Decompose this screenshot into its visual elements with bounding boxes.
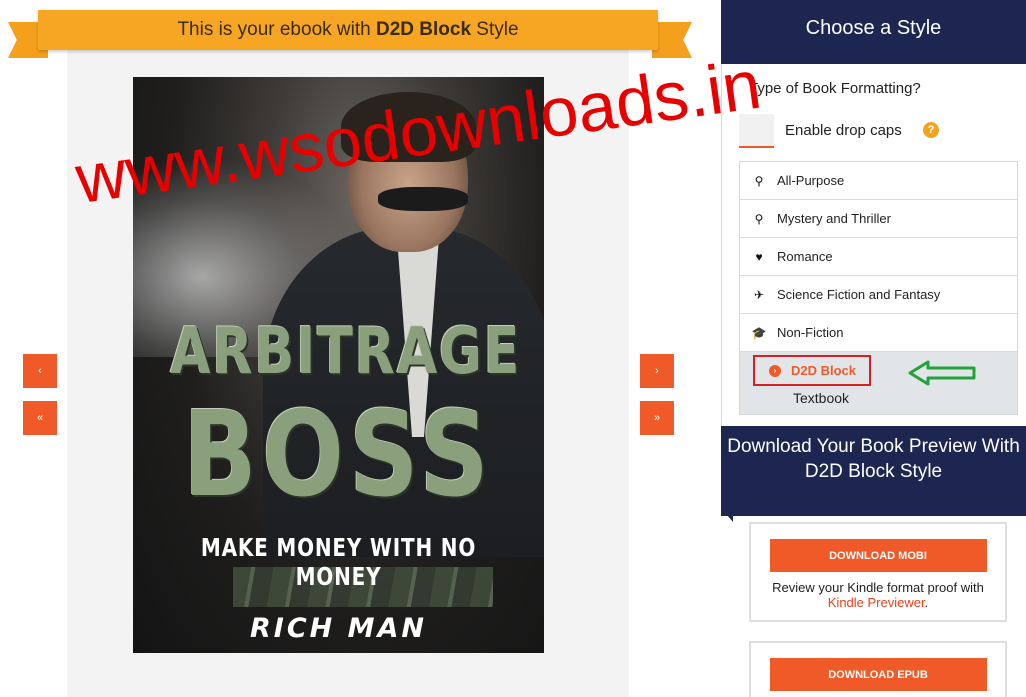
cover-title-line2: BOSS bbox=[183, 385, 494, 523]
preview-ribbon: This is your ebook with D2D Block Style bbox=[38, 10, 658, 50]
dropcaps-label: Enable drop caps bbox=[785, 122, 902, 139]
mobi-description-end: . bbox=[924, 595, 929, 610]
prev-page-button[interactable]: ‹ bbox=[23, 354, 57, 388]
download-epub-button[interactable]: DOWNLOAD EPUB bbox=[769, 658, 987, 691]
style-option-label: All-Purpose bbox=[777, 173, 845, 188]
fighter-jet-icon: ✈ bbox=[753, 287, 765, 302]
cover-figure-sunglasses bbox=[378, 187, 468, 211]
page: This is your ebook with D2D Block Style … bbox=[0, 0, 1026, 697]
ribbon-style-name: D2D Block bbox=[375, 19, 472, 40]
arrow-left-icon bbox=[908, 360, 976, 386]
style-option-label: Romance bbox=[777, 249, 833, 264]
style-list: ⚲ All-Purpose ⚲ Mystery and Thriller ♥ R… bbox=[739, 161, 1018, 415]
download-epub-card: DOWNLOAD EPUB bbox=[749, 641, 1007, 697]
style-option-romance[interactable]: ♥ Romance bbox=[740, 238, 1017, 276]
heart-icon: ♥ bbox=[755, 249, 763, 264]
style-option-label: Non-Fiction bbox=[777, 325, 844, 340]
cover-title-line1: ARBITRAGE bbox=[169, 315, 522, 389]
style-option-label: D2D Block bbox=[791, 363, 857, 378]
style-option-d2d-block-selected[interactable]: › D2D Block bbox=[753, 355, 871, 386]
cover-author: RICH MAN bbox=[249, 613, 427, 644]
mobi-description: Review your Kindle format proof with Kin… bbox=[761, 580, 995, 610]
chevron-circle-right-icon: › bbox=[769, 364, 781, 377]
search-icon: ⚲ bbox=[754, 211, 764, 226]
style-option-label: Mystery and Thriller bbox=[777, 211, 891, 226]
choose-style-panel: Type of Book Formatting? Enable drop cap… bbox=[721, 64, 1026, 426]
ribbon-tail-right bbox=[652, 22, 692, 58]
style-option-label: Science Fiction and Fantasy bbox=[777, 287, 941, 302]
style-option-scifi-fantasy[interactable]: ✈ Science Fiction and Fantasy bbox=[740, 276, 1017, 314]
next-page-button[interactable]: › bbox=[640, 354, 674, 388]
cover-subtitle: MAKE MONEY WITH NO MONEY bbox=[200, 533, 477, 591]
mobi-description-text: Review your Kindle format proof with bbox=[772, 580, 984, 595]
first-page-button[interactable]: « bbox=[23, 401, 57, 435]
kindle-previewer-link[interactable]: Kindle Previewer bbox=[828, 595, 925, 610]
download-mobi-button[interactable]: DOWNLOAD MOBI bbox=[769, 539, 987, 572]
graduation-cap-icon: 🎓 bbox=[751, 325, 767, 340]
style-option-mystery-thriller[interactable]: ⚲ Mystery and Thriller bbox=[740, 200, 1017, 238]
style-option-all-purpose[interactable]: ⚲ All-Purpose bbox=[740, 162, 1017, 200]
format-question: Type of Book Formatting? bbox=[749, 80, 921, 97]
style-option-textbook[interactable]: Textbook bbox=[793, 390, 849, 406]
choose-style-header: Choose a Style bbox=[721, 0, 1026, 64]
help-icon[interactable]: ? bbox=[923, 122, 939, 138]
style-option-non-fiction[interactable]: 🎓 Non-Fiction bbox=[740, 314, 1017, 352]
ribbon-text-prefix: This is your ebook with bbox=[177, 19, 376, 40]
download-mobi-card: DOWNLOAD MOBI Review your Kindle format … bbox=[749, 522, 1007, 622]
ribbon-text-suffix: Style bbox=[471, 19, 519, 40]
search-icon: ⚲ bbox=[754, 173, 764, 188]
download-preview-header: Download Your Book Preview With D2D Bloc… bbox=[721, 426, 1026, 516]
last-page-button[interactable]: » bbox=[640, 401, 674, 435]
